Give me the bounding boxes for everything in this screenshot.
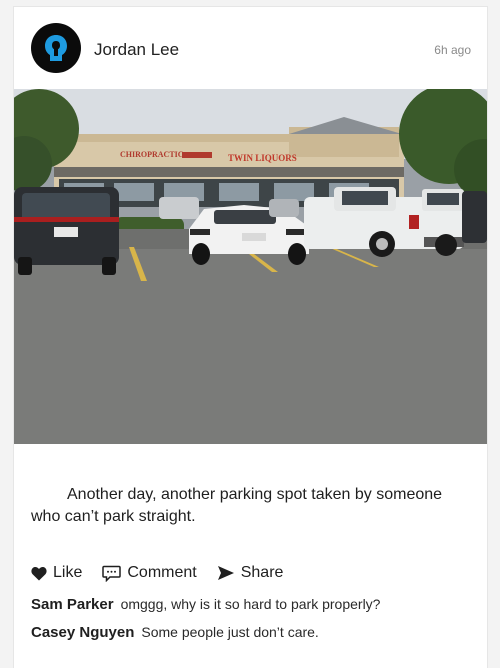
post-card: Jordan Lee 6h ago TWIN LIQUORS CHIROPRAC…	[13, 6, 488, 668]
comment-author[interactable]: Sam Parker	[31, 596, 114, 613]
comment-bubble-icon	[102, 565, 122, 582]
comment-label: Comment	[127, 564, 197, 581]
post-caption: Another day, another parking spot taken …	[31, 486, 443, 525]
comment-text: Some people just don’t care.	[141, 624, 319, 640]
avatar[interactable]	[31, 23, 81, 73]
share-label: Share	[240, 564, 284, 581]
post-timestamp: 6h ago	[434, 43, 471, 57]
comment-item: Casey Nguyen Some people just don’t care…	[31, 624, 471, 650]
post-header: Jordan Lee 6h ago	[14, 7, 487, 89]
share-button[interactable]: Share	[217, 564, 284, 582]
comment-list: Sam Parker omggg, why is it so hard to p…	[31, 596, 471, 652]
like-button[interactable]: Like	[31, 564, 82, 582]
comment-button[interactable]: Comment	[102, 564, 197, 582]
post-photo[interactable]: TWIN LIQUORS CHIROPRACTIC	[14, 89, 487, 444]
post-author[interactable]: Jordan Lee	[94, 40, 179, 60]
comment-item: Sam Parker omggg, why is it so hard to p…	[31, 596, 471, 622]
heart-icon	[31, 566, 47, 580]
comment-text: omggg, why is it so hard to park properl…	[120, 596, 381, 612]
sign-twin-liquors: TWIN LIQUORS	[228, 153, 297, 163]
like-label: Like	[53, 564, 83, 581]
comment-author[interactable]: Casey Nguyen	[31, 624, 134, 641]
sign-chiropractic: CHIROPRACTIC	[120, 150, 184, 159]
parking-lot-photo: TWIN LIQUORS CHIROPRACTIC	[14, 89, 487, 444]
share-arrow-icon	[217, 566, 234, 580]
keyhole-avatar-icon	[45, 35, 67, 61]
post-actions: Like Comment Share	[31, 562, 283, 584]
